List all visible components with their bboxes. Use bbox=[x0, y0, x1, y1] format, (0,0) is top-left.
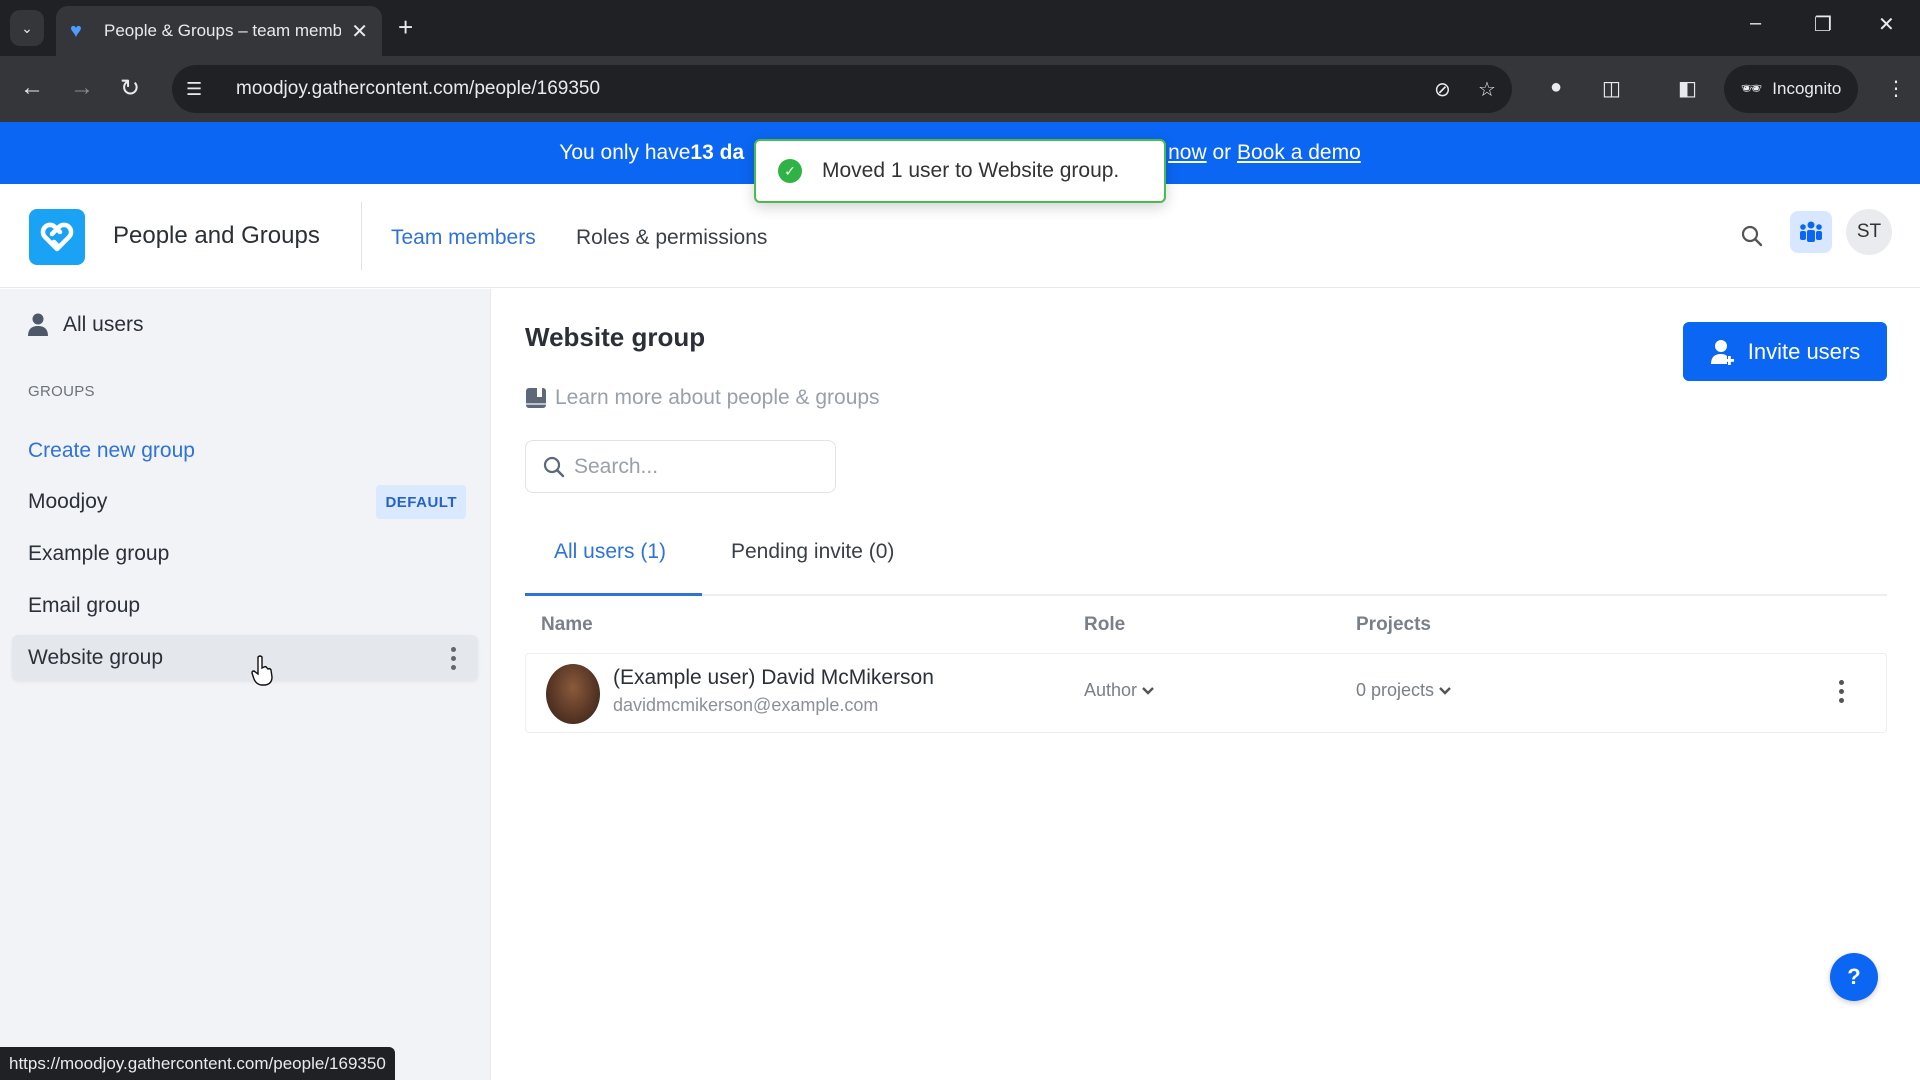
learn-more-link[interactable]: Learn more about people & groups bbox=[525, 386, 880, 410]
sidebar-group-website[interactable]: Website group bbox=[12, 635, 478, 681]
reload-icon[interactable]: ↻ bbox=[120, 74, 140, 103]
sidebar-group-example[interactable]: Example group bbox=[12, 531, 478, 577]
header-search-button[interactable] bbox=[1740, 224, 1764, 253]
nav-roles-permissions[interactable]: Roles & permissions bbox=[576, 226, 767, 250]
projects-dropdown[interactable]: 0 projects bbox=[1356, 680, 1452, 701]
book-icon bbox=[526, 388, 546, 408]
column-header-projects: Projects bbox=[1356, 614, 1431, 635]
back-icon[interactable]: ← bbox=[20, 74, 44, 102]
extension-avatar-icon[interactable]: ● bbox=[1550, 76, 1562, 99]
table-row: (Example user) David McMikerson davidmcm… bbox=[525, 653, 1887, 733]
people-icon bbox=[1800, 221, 1822, 242]
learn-more-text: Learn more about people & groups bbox=[555, 386, 880, 409]
user-email: davidmcmikerson@example.com bbox=[613, 695, 879, 715]
restore-icon[interactable]: ❐ bbox=[1814, 12, 1832, 37]
search-icon bbox=[543, 456, 565, 477]
hand-cursor-icon bbox=[251, 655, 273, 686]
user-icon bbox=[28, 313, 48, 336]
book-demo-link[interactable]: Book a demo bbox=[1237, 141, 1361, 165]
user-search-box[interactable] bbox=[525, 440, 836, 493]
status-bar-url: https://moodjoy.gathercontent.com/people… bbox=[0, 1047, 395, 1080]
projects-value: 0 projects bbox=[1356, 680, 1435, 700]
close-tab-icon[interactable]: ✕ bbox=[351, 19, 368, 44]
site-info-icon[interactable]: ☰ bbox=[186, 79, 214, 100]
page-title: Website group bbox=[525, 322, 706, 352]
search-input[interactable] bbox=[574, 454, 814, 479]
group-name: Moodjoy bbox=[28, 490, 108, 513]
incognito-label: Incognito bbox=[1772, 79, 1842, 98]
nav-team-members[interactable]: Team members bbox=[391, 226, 536, 250]
default-badge: DEFAULT bbox=[376, 485, 466, 519]
group-name: Website group bbox=[28, 646, 164, 669]
tab-search-button[interactable]: ⌄ bbox=[10, 10, 44, 46]
eye-off-icon[interactable]: ⊘ bbox=[1434, 77, 1451, 102]
extensions-puzzle-icon[interactable]: ◫ bbox=[1602, 76, 1621, 101]
close-window-icon[interactable]: ✕ bbox=[1878, 12, 1895, 37]
sidebar-all-users[interactable]: All users bbox=[27, 313, 144, 337]
incognito-indicator[interactable]: 🕶 Incognito bbox=[1724, 65, 1858, 113]
chevron-down-icon: ⌄ bbox=[21, 19, 33, 36]
gathercontent-logo[interactable] bbox=[29, 209, 85, 265]
browser-toolbar: ← → ↻ ☰ moodjoy.gathercontent.com/people… bbox=[0, 56, 1920, 122]
side-panel-icon[interactable]: ◧ bbox=[1678, 76, 1697, 101]
banner-days: 13 da bbox=[690, 141, 745, 164]
chevron-down-icon bbox=[1142, 686, 1154, 695]
column-header-role: Role bbox=[1084, 614, 1126, 635]
group-name: Email group bbox=[28, 594, 141, 617]
help-button[interactable]: ? bbox=[1830, 953, 1878, 1001]
user-photo bbox=[546, 664, 600, 724]
user-avatar[interactable]: ST bbox=[1846, 209, 1892, 255]
add-user-icon bbox=[1710, 339, 1734, 365]
group-name: Example group bbox=[28, 542, 170, 565]
groups-sidebar: All users GROUPS Create new group Moodjo… bbox=[0, 289, 491, 1080]
browser-tab-strip: ⌄ ♥ People & Groups – team memb ✕ + – ❐ … bbox=[0, 0, 1920, 56]
active-tab-indicator bbox=[525, 593, 702, 596]
tab-pending-invite[interactable]: Pending invite (0) bbox=[731, 540, 894, 564]
invite-users-button[interactable]: Invite users bbox=[1683, 322, 1887, 381]
sidebar-group-email[interactable]: Email group bbox=[12, 583, 478, 629]
address-bar[interactable]: ☰ moodjoy.gathercontent.com/people/16935… bbox=[172, 65, 1512, 113]
all-users-label: All users bbox=[63, 313, 144, 336]
gathercontent-favicon-icon: ♥ bbox=[70, 20, 82, 42]
chrome-menu-icon[interactable]: ⋮ bbox=[1886, 76, 1906, 101]
sidebar-group-moodjoy[interactable]: Moodjoy DEFAULT bbox=[12, 479, 478, 525]
check-circle-icon: ✓ bbox=[778, 159, 802, 183]
minimize-icon[interactable]: – bbox=[1750, 12, 1761, 35]
heart-logo-icon bbox=[40, 222, 74, 252]
header-divider bbox=[361, 202, 362, 270]
banner-upgrade-link[interactable]: now bbox=[1168, 141, 1207, 165]
chevron-down-icon bbox=[1439, 686, 1451, 695]
row-options-kebab-icon[interactable] bbox=[1839, 680, 1844, 703]
banner-or: or bbox=[1206, 141, 1237, 164]
app-title: People and Groups bbox=[113, 222, 320, 249]
groups-heading: GROUPS bbox=[28, 383, 95, 400]
incognito-icon: 🕶 bbox=[1740, 79, 1763, 98]
url-text[interactable]: moodjoy.gathercontent.com/people/169350 bbox=[236, 78, 600, 100]
invite-users-label: Invite users bbox=[1747, 338, 1861, 364]
search-icon bbox=[1741, 225, 1763, 247]
user-name: (Example user) David McMikerson bbox=[613, 666, 934, 689]
column-header-name: Name bbox=[541, 614, 593, 635]
create-group-link[interactable]: Create new group bbox=[28, 439, 195, 463]
bookmark-star-icon[interactable]: ☆ bbox=[1478, 77, 1496, 102]
people-groups-button[interactable] bbox=[1790, 211, 1832, 253]
group-options-kebab-icon[interactable] bbox=[451, 647, 456, 670]
toast-message: Moved 1 user to Website group. bbox=[822, 159, 1120, 182]
forward-icon[interactable]: → bbox=[70, 74, 94, 102]
role-value: Author bbox=[1084, 680, 1138, 700]
tab-title: People & Groups – team memb bbox=[104, 21, 342, 40]
banner-prefix: You only have bbox=[559, 141, 691, 164]
browser-tab-active[interactable]: ♥ People & Groups – team memb ✕ bbox=[56, 6, 382, 56]
tab-all-users[interactable]: All users (1) bbox=[554, 540, 666, 564]
new-tab-button[interactable]: + bbox=[398, 12, 413, 43]
member-tabs: All users (1) Pending invite (0) bbox=[525, 530, 1887, 596]
success-toast: ✓ Moved 1 user to Website group. bbox=[754, 139, 1166, 203]
role-dropdown[interactable]: Author bbox=[1084, 680, 1155, 701]
